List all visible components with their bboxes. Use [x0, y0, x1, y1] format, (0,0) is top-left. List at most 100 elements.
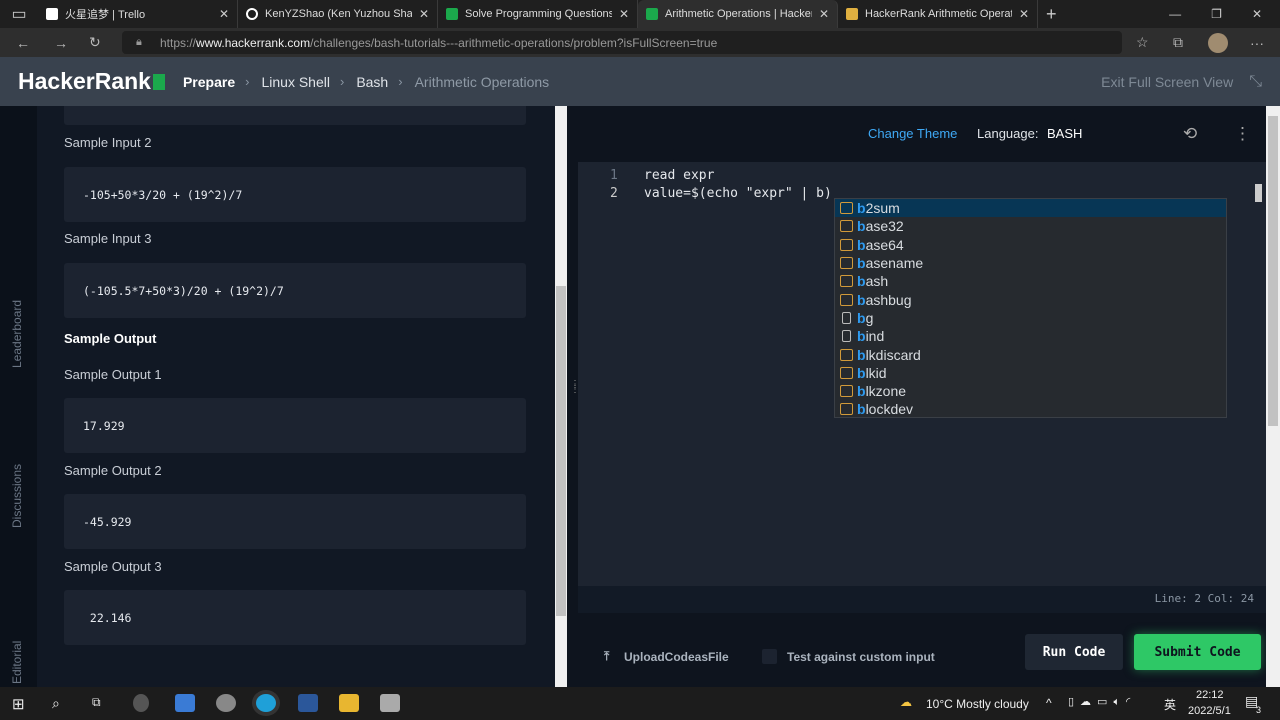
- close-tab-icon[interactable]: ✕: [419, 7, 429, 21]
- clock-time[interactable]: 22:12: [1196, 689, 1224, 701]
- rail-editorial[interactable]: Editorial: [10, 641, 24, 684]
- forward-icon[interactable]: →: [54, 35, 68, 51]
- autocomplete-item[interactable]: base64: [835, 236, 1226, 254]
- line-number: 1: [610, 168, 618, 183]
- clock-date[interactable]: 2022/5/1: [1188, 705, 1231, 717]
- weather-icon: ☁: [900, 695, 912, 709]
- command-icon: [840, 275, 853, 288]
- suggestion-rest: 2sum: [865, 200, 900, 217]
- match-prefix: b: [857, 236, 866, 253]
- browser-tab[interactable]: Solve Programming Questions | ✕: [438, 0, 638, 28]
- command-icon: [840, 348, 853, 361]
- app-icon[interactable]: [380, 694, 400, 712]
- file-explorer-icon[interactable]: [339, 694, 359, 712]
- sample-output-1: 17.929: [64, 398, 526, 453]
- new-tab-button[interactable]: +: [1046, 4, 1057, 25]
- browser-tab[interactable]: Arithmetic Operations | HackerR ✕: [638, 0, 838, 28]
- autocomplete-item[interactable]: base32: [835, 217, 1226, 235]
- match-prefix: b: [857, 364, 866, 381]
- browser-tab[interactable]: HackerRank Arithmetic Operatio ✕: [838, 0, 1038, 28]
- autocomplete-item[interactable]: bash: [835, 272, 1226, 290]
- tray-chevron-icon[interactable]: ^: [1046, 696, 1052, 710]
- match-prefix: b: [857, 273, 866, 290]
- suggestion-rest: ind: [865, 328, 885, 345]
- browser-tab[interactable]: 火星追梦 | Trello ✕: [38, 0, 238, 28]
- suggestion-text: b2sum: [857, 200, 900, 216]
- logo-mark: [152, 73, 165, 90]
- submit-code-button[interactable]: Submit Code: [1134, 634, 1261, 670]
- search-icon[interactable]: ⌕: [52, 695, 60, 712]
- breadcrumb-prepare[interactable]: Prepare: [183, 74, 235, 90]
- exit-fullscreen-link[interactable]: Exit Full Screen View: [1101, 74, 1233, 90]
- page-scrollbar[interactable]: [1266, 106, 1280, 687]
- app-icon[interactable]: [216, 694, 236, 712]
- notification-count: 3: [1256, 705, 1262, 715]
- trello-icon: [46, 8, 58, 20]
- suggestion-text: base32: [857, 218, 904, 234]
- autocomplete-item[interactable]: b2sum: [835, 199, 1226, 218]
- task-view-icon[interactable]: ⧉: [92, 695, 101, 710]
- chevron-right-icon: ›: [245, 74, 250, 89]
- command-icon: [840, 403, 853, 416]
- breadcrumb-bash[interactable]: Bash: [356, 74, 388, 90]
- upload-code-link[interactable]: UploadCodeasFile: [624, 650, 729, 664]
- rail-leaderboard[interactable]: Leaderboard: [10, 300, 24, 368]
- ime-indicator[interactable]: 英: [1164, 696, 1176, 713]
- tab-actions-icon[interactable]: ▭: [0, 4, 38, 24]
- minimize-icon[interactable]: —: [1169, 7, 1181, 21]
- close-window-icon[interactable]: ✕: [1252, 7, 1262, 21]
- back-icon[interactable]: ←: [16, 35, 30, 51]
- suggestion-rest: asename: [865, 255, 924, 272]
- refresh-icon[interactable]: ↻: [89, 34, 101, 51]
- alien-app-icon[interactable]: [133, 694, 149, 712]
- more-options-icon[interactable]: ⋮: [1234, 124, 1251, 144]
- editor-scrollbar[interactable]: [1255, 184, 1262, 202]
- more-icon[interactable]: ···: [1250, 35, 1264, 51]
- language-select[interactable]: BASH: [1047, 126, 1082, 141]
- rail-discussions[interactable]: Discussions: [10, 464, 24, 528]
- autocomplete-item[interactable]: bg: [835, 309, 1226, 327]
- autocomplete-item[interactable]: blkdiscard: [835, 345, 1226, 363]
- line-number: 2: [610, 186, 618, 201]
- exit-fullscreen-icon[interactable]: ⤡: [1249, 73, 1262, 91]
- code-editor[interactable]: 1 read expr 2 value=$(echo "expr" | b) b…: [578, 162, 1266, 586]
- custom-input-label[interactable]: Test against custom input: [787, 650, 935, 664]
- close-tab-icon[interactable]: ✕: [1019, 7, 1029, 21]
- url-input[interactable]: 🔒︎ https://www.hackerrank.com/challenges…: [122, 31, 1122, 54]
- autocomplete-item[interactable]: blkid: [835, 364, 1226, 382]
- breadcrumb-linux-shell[interactable]: Linux Shell: [261, 74, 330, 90]
- upload-icon[interactable]: ⤒: [604, 649, 609, 664]
- close-tab-icon[interactable]: ✕: [219, 7, 229, 21]
- edge-icon[interactable]: [256, 694, 276, 712]
- browser-tab[interactable]: KenYZShao (Ken Yuzhou Shao) ✕: [238, 0, 438, 28]
- suggestion-text: blkzone: [857, 383, 906, 399]
- start-icon[interactable]: ⊞: [12, 695, 25, 713]
- autocomplete-item[interactable]: blockdev: [835, 400, 1226, 418]
- hackerrank-logo[interactable]: HackerRank: [18, 68, 165, 95]
- tab-title: 火星追梦 | Trello: [65, 9, 146, 21]
- custom-input-checkbox[interactable]: [762, 649, 777, 664]
- restore-code-icon[interactable]: ⟲: [1183, 124, 1197, 144]
- close-tab-icon[interactable]: ✕: [619, 7, 629, 21]
- change-theme-link[interactable]: Change Theme: [868, 126, 957, 141]
- restore-icon[interactable]: ❐: [1211, 7, 1222, 21]
- tray-icons[interactable]: ▯☁▭🔈︎◜: [1068, 695, 1136, 709]
- problem-scrollbar[interactable]: [555, 106, 567, 687]
- autocomplete-item[interactable]: basename: [835, 254, 1226, 272]
- autocomplete-item[interactable]: bind: [835, 327, 1226, 345]
- suggestion-text: basename: [857, 255, 923, 271]
- suggestion-rest: ash: [865, 273, 889, 290]
- close-tab-icon[interactable]: ✕: [819, 7, 829, 21]
- lock-icon: 🔒︎: [136, 36, 142, 48]
- suggestion-rest: g: [865, 309, 874, 326]
- weather-text[interactable]: 10°C Mostly cloudy: [926, 697, 1029, 711]
- collections-icon[interactable]: ⧉: [1173, 34, 1183, 51]
- autocomplete-item[interactable]: blkzone: [835, 382, 1226, 400]
- run-code-button[interactable]: Run Code: [1025, 634, 1123, 670]
- profile-avatar[interactable]: [1208, 33, 1228, 53]
- match-prefix: b: [857, 200, 866, 217]
- app-icon[interactable]: [175, 694, 195, 712]
- autocomplete-item[interactable]: bashbug: [835, 290, 1226, 308]
- favorites-icon[interactable]: ☆: [1136, 34, 1149, 51]
- word-icon[interactable]: [298, 694, 318, 712]
